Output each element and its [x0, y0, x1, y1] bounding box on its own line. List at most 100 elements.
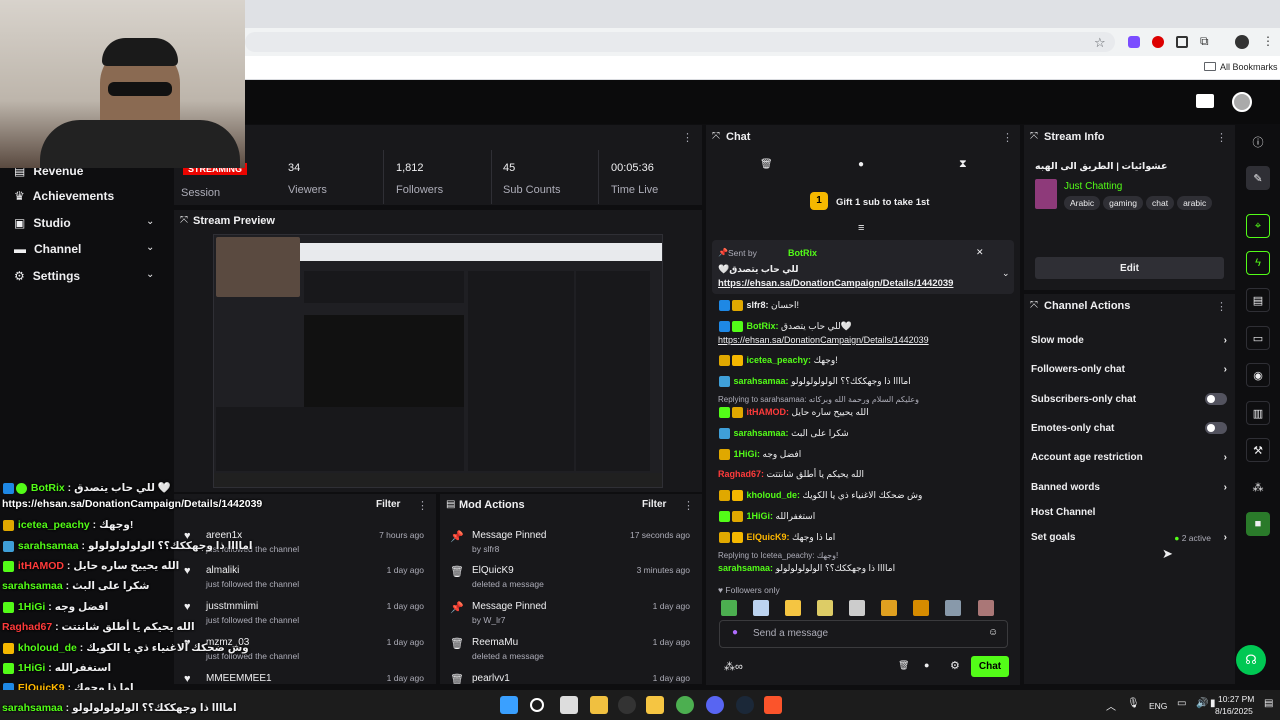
activity-filter-button[interactable]: Filter — [376, 499, 400, 510]
overlay-chat-message: BotRix : للي حاب يتصدق 🤍 — [2, 481, 171, 494]
banned-words-row[interactable]: Banned words › — [1031, 482, 1227, 493]
more-options-icon[interactable]: ⋮ — [683, 499, 694, 512]
server-icon[interactable]: ▥ — [1246, 401, 1270, 425]
extension-icon[interactable] — [1152, 36, 1164, 48]
stream-preview-video[interactable] — [213, 234, 663, 488]
info-icon[interactable]: ⓘ — [1246, 130, 1270, 154]
tag[interactable]: gaming — [1103, 196, 1143, 210]
mic-icon[interactable]: 🎙 — [1127, 698, 1140, 709]
chevron-down-icon[interactable]: ⌄ — [1002, 268, 1010, 279]
obs-icon[interactable] — [618, 696, 636, 714]
more-options-icon[interactable]: ⋮ — [682, 131, 693, 144]
pencil-icon[interactable]: ✎ — [1246, 166, 1270, 190]
tag[interactable]: arabic — [1177, 196, 1213, 210]
support-icon[interactable]: ☊ — [1236, 645, 1266, 675]
mod-actions-title: Mod Actions — [459, 499, 525, 511]
store-icon[interactable] — [590, 696, 608, 714]
gear-icon[interactable]: ⚙ — [950, 659, 960, 672]
kick-logo-icon[interactable]: ⁂ — [1246, 475, 1270, 499]
taskview-icon[interactable] — [560, 696, 578, 714]
comment-icon[interactable]: ● — [858, 159, 864, 170]
gear-icon: ⚙ — [14, 269, 25, 283]
comment-icon[interactable]: ● — [924, 660, 929, 670]
broadcast-icon[interactable]: ◉ — [1246, 363, 1270, 387]
chat-message: itHAMOD: الله يحييح ساره حايل — [718, 407, 869, 419]
overlay-chat-message: sarahsamaa : اماااا ذا وجهككك؟؟ الولولول… — [2, 540, 253, 552]
brave-icon[interactable] — [764, 696, 782, 714]
clock-time[interactable]: 10:27 PM — [1218, 694, 1254, 704]
user-avatar[interactable] — [1232, 92, 1252, 112]
bookmark-star-icon[interactable]: ☆ — [1094, 35, 1106, 51]
extension-icon[interactable] — [1128, 36, 1140, 48]
chevron-down-icon[interactable]: ⌄ — [146, 216, 154, 227]
more-options-icon[interactable]: ⋮ — [1216, 131, 1227, 144]
category-link[interactable]: Just Chatting — [1064, 181, 1122, 192]
host-channel-row[interactable]: Host Channel — [1031, 507, 1227, 518]
target-icon[interactable]: ⌖ — [1246, 214, 1270, 238]
steam-icon[interactable] — [736, 696, 754, 714]
language-indicator[interactable]: ENG — [1149, 701, 1167, 711]
more-options-icon[interactable]: ⋮ — [1002, 131, 1013, 144]
tag[interactable]: Arabic — [1064, 196, 1101, 210]
emote-row — [720, 600, 1010, 618]
tag[interactable]: chat — [1145, 196, 1175, 210]
account-age-row[interactable]: Account age restriction › — [1031, 452, 1227, 463]
bolt-icon[interactable]: ϟ — [1246, 251, 1270, 275]
folder-icon[interactable] — [646, 696, 664, 714]
address-bar[interactable] — [245, 32, 1115, 52]
send-chat-button[interactable]: Chat — [971, 656, 1009, 677]
extensions-puzzle-icon[interactable]: ⧉ — [1200, 34, 1209, 49]
chevron-down-icon[interactable]: ⌄ — [146, 242, 154, 253]
mic-icon[interactable]: ● — [732, 627, 738, 638]
emoji-icon[interactable]: ☺ — [988, 627, 998, 638]
clipboard-icon[interactable]: ▤ — [1246, 288, 1270, 312]
edit-stream-info-button[interactable]: Edit — [1035, 257, 1224, 279]
volume-icon[interactable]: 🔊 — [1196, 698, 1208, 709]
chat-input[interactable]: ● Send a message ☺ — [719, 620, 1008, 648]
profile-avatar[interactable] — [1235, 35, 1249, 49]
overlay-chat-message: sarahsamaa : شكرا على البث — [2, 580, 150, 592]
extension-icon[interactable] — [1176, 36, 1188, 48]
sidebar-item-studio[interactable]: ▣ Studio — [14, 216, 71, 230]
overlay-chat-message: icetea_peachy : وجهك! — [2, 519, 133, 531]
clock-date[interactable]: 8/16/2025 — [1215, 706, 1253, 716]
network-icon[interactable]: ▭ — [1177, 698, 1186, 709]
donation-link[interactable]: https://ehsan.sa/DonationCampaign/Detail… — [718, 335, 929, 345]
sidebar-item-settings[interactable]: ⚙ Settings — [14, 269, 80, 283]
sidebar-item-achievements[interactable]: ♛ Achievements — [14, 189, 114, 203]
set-goals-row[interactable]: Set goals ● 2 active › — [1031, 532, 1227, 543]
chevron-down-icon[interactable]: ⌄ — [146, 269, 154, 280]
chat-input-placeholder: Send a message — [753, 628, 829, 639]
chat-message: ElQuicK9: اما ذا وجهك — [718, 532, 835, 544]
comment-icon[interactable]: ▭ — [1246, 326, 1270, 350]
chrome-icon[interactable] — [676, 696, 694, 714]
game-icon[interactable]: ■ — [1246, 512, 1270, 536]
tray-chevron-icon[interactable]: ︿ — [1106, 698, 1116, 713]
more-options-icon[interactable]: ⋮ — [1216, 300, 1227, 313]
search-icon[interactable] — [530, 698, 544, 712]
mod-filter-button[interactable]: Filter — [642, 499, 666, 510]
chevron-right-icon: › — [1223, 335, 1227, 346]
all-bookmarks-link[interactable]: All Bookmarks — [1220, 62, 1278, 72]
kick-emote-icon[interactable]: ⁂∞ — [724, 660, 743, 673]
discord-icon[interactable] — [706, 696, 724, 714]
trash-icon[interactable]: 🗑 — [760, 159, 773, 170]
kick-logo-icon[interactable] — [1196, 94, 1214, 108]
emotes-only-toggle[interactable] — [1205, 422, 1227, 434]
slow-mode-row[interactable]: Slow mode › — [1031, 335, 1227, 346]
chat-filter-icon[interactable]: ≡ — [858, 222, 864, 234]
unpin-icon[interactable]: ✕ — [976, 247, 984, 258]
windows-start-icon[interactable] — [500, 696, 518, 714]
browser-menu-icon[interactable]: ⋮ — [1262, 34, 1274, 48]
stream-preview-title: Stream Preview — [193, 215, 275, 227]
hourglass-icon[interactable]: ⧗ — [959, 158, 967, 171]
sidebar-item-channel[interactable]: ▬ Channel — [14, 242, 81, 256]
wrench-icon[interactable]: ⚒ — [1246, 438, 1270, 462]
donation-link[interactable]: https://ehsan.sa/DonationCampaign/Detail… — [718, 278, 953, 289]
notification-icon[interactable]: ▤ — [1264, 698, 1273, 709]
subscribers-only-toggle[interactable] — [1205, 393, 1227, 405]
trash-icon[interactable]: 🗑 — [898, 660, 909, 671]
followers-only-row[interactable]: Followers-only chat › — [1031, 364, 1227, 375]
gift-sub-banner[interactable]: Gift 1 sub to take 1st — [836, 197, 929, 208]
more-options-icon[interactable]: ⋮ — [417, 499, 428, 512]
